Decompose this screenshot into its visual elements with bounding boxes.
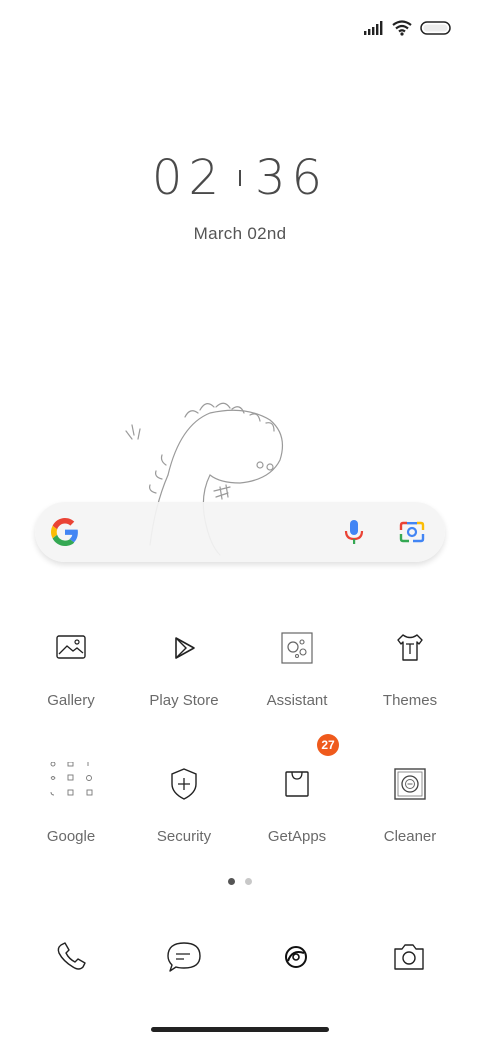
clock-date: March 02nd (193, 224, 287, 243)
gallery-icon (56, 635, 86, 659)
google-lens-icon[interactable] (399, 520, 425, 544)
app-label: Assistant (266, 692, 328, 709)
notification-badge: 27 (317, 734, 339, 756)
phone-icon[interactable] (49, 935, 93, 979)
status-bar (364, 14, 452, 42)
page-indicator[interactable] (0, 878, 480, 885)
app-label: Security (156, 828, 212, 845)
security-icon (171, 768, 197, 800)
microphone-icon[interactable] (343, 518, 365, 546)
clock-time: 02 36 (0, 150, 480, 206)
google-search-bar[interactable] (35, 502, 445, 562)
home-gesture-bar[interactable] (151, 1027, 329, 1032)
getapps-icon (285, 771, 309, 797)
wifi-icon (392, 20, 412, 36)
app-cleaner[interactable]: Cleaner (355, 762, 465, 845)
messages-icon[interactable] (162, 935, 206, 979)
app-themes[interactable]: Themes (355, 626, 465, 709)
clock-hour: 02 (151, 150, 225, 206)
themes-icon (397, 634, 423, 661)
play-store-icon (175, 637, 195, 659)
app-label: Gallery (47, 692, 95, 709)
app-play-store[interactable]: Play Store (129, 626, 239, 709)
app-assistant[interactable]: Assistant (242, 626, 352, 709)
app-gallery[interactable]: Gallery (16, 626, 126, 709)
clock-widget[interactable]: 02 36 March 02nd (0, 150, 480, 244)
camera-icon[interactable] (387, 935, 431, 979)
app-label: GetApps (267, 828, 327, 845)
page-dot-1[interactable] (228, 878, 235, 885)
signal-icon (364, 21, 383, 35)
google-folder-icon (50, 761, 93, 796)
app-label: Themes (382, 692, 438, 709)
app-label: Play Store (149, 692, 219, 709)
page-dot-2[interactable] (245, 878, 252, 885)
app-google-folder[interactable]: Google (16, 761, 126, 845)
cleaner-icon (394, 768, 426, 800)
clock-minute: 36 (255, 150, 329, 206)
assistant-icon (281, 632, 313, 664)
browser-icon[interactable] (274, 935, 318, 979)
app-security[interactable]: Security (129, 762, 239, 845)
clock-separator (239, 170, 241, 186)
app-label: Cleaner (383, 828, 437, 845)
app-label: Google (46, 828, 96, 845)
app-getapps[interactable]: 27 GetApps (242, 734, 352, 845)
google-g-icon (51, 518, 78, 546)
battery-icon (420, 21, 451, 35)
